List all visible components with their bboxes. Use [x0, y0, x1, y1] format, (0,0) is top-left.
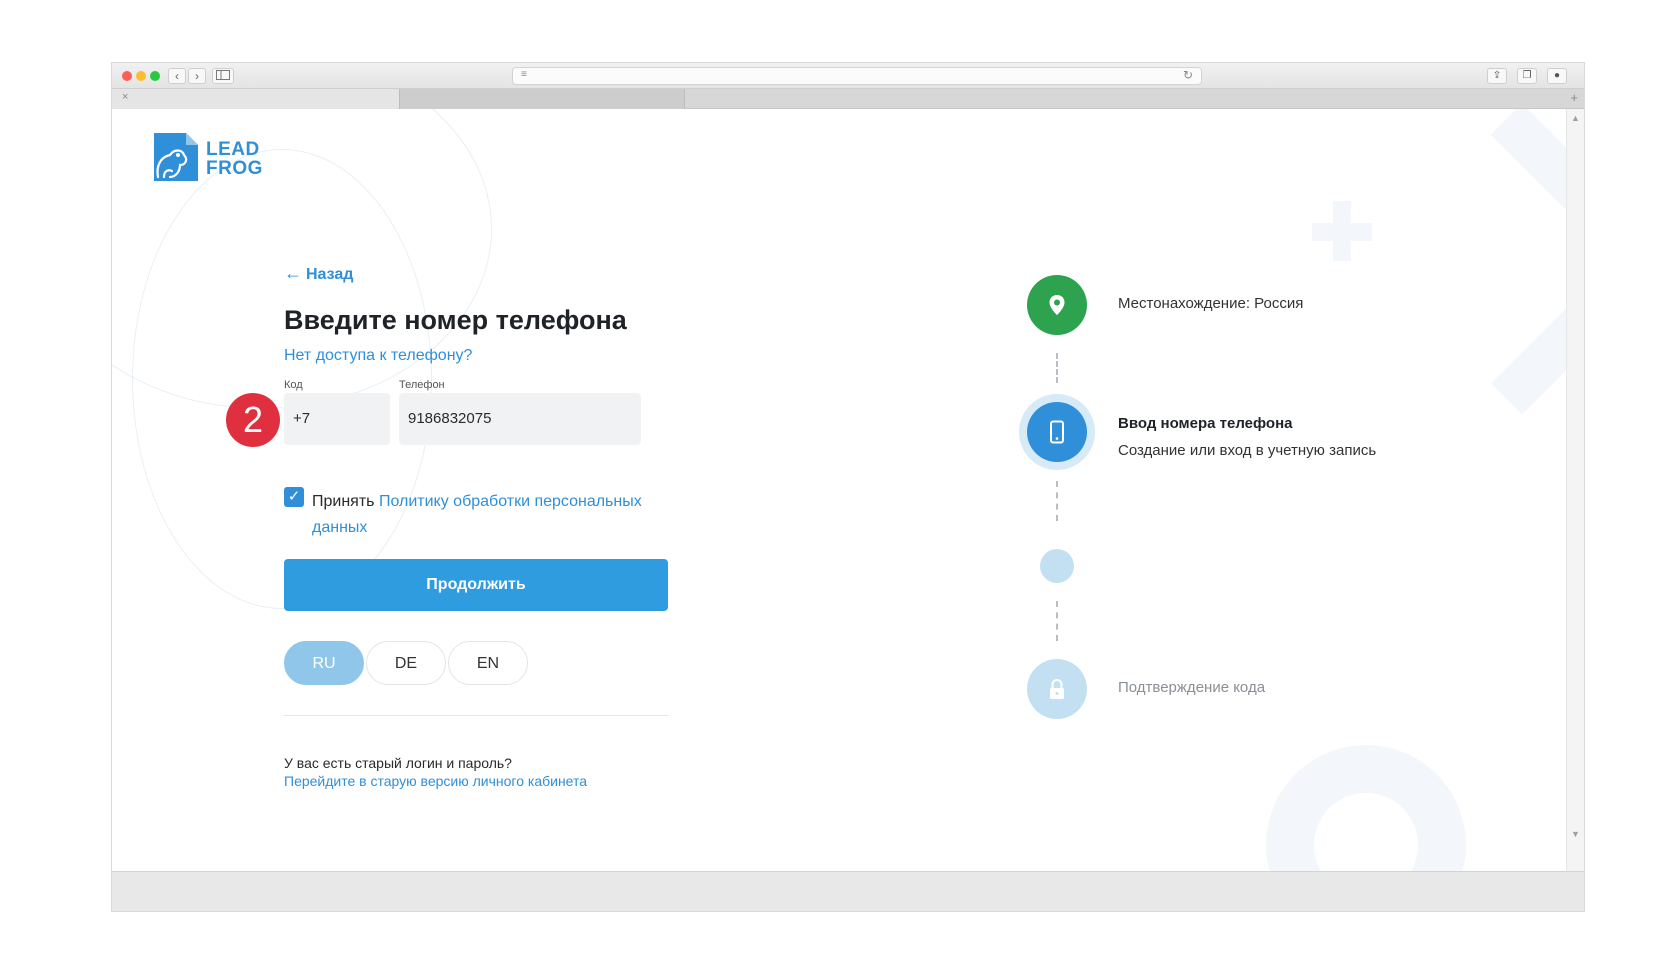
extension-icon[interactable]: ● — [1547, 68, 1567, 84]
phone-label: Телефон — [399, 379, 445, 391]
browser-window: ‹ › ≡ ↻ ⇪ ❐ ● × + LEAD FROG ← Назад Введ… — [111, 62, 1585, 912]
consent-checkbox[interactable]: ✓ — [284, 487, 304, 507]
consent-text: Принять Политику обработки персональных … — [312, 489, 642, 541]
step-phone-subtitle: Создание или вход в учетную запись — [1118, 442, 1377, 459]
step-connector — [1056, 353, 1058, 383]
decorative-chevron-shape — [1366, 109, 1574, 415]
step-location-circle — [1027, 275, 1087, 335]
decorative-ring-shape — [1266, 745, 1466, 873]
scroll-up-icon[interactable]: ▲ — [1571, 113, 1580, 123]
logo-text-line2: FROG — [206, 158, 263, 179]
page-title: Введите номер телефона — [284, 305, 627, 335]
reader-icon[interactable]: ≡ — [521, 69, 527, 80]
browser-forward-button[interactable]: › — [188, 68, 206, 84]
language-en-button[interactable]: EN — [448, 641, 528, 685]
step-number-badge: 2 — [226, 393, 280, 447]
location-pin-icon — [1027, 275, 1087, 335]
no-phone-access-link[interactable]: Нет доступа к телефону? — [284, 347, 472, 365]
logo-text-line1: LEAD — [206, 139, 260, 160]
phone-number-input[interactable]: 9186832075 — [399, 393, 641, 445]
old-login-question: У вас есть старый логин и пароль? — [284, 755, 512, 771]
divider — [284, 715, 668, 716]
share-icon[interactable]: ⇪ — [1487, 68, 1507, 84]
language-ru-button[interactable]: RU — [284, 641, 364, 685]
step-phone-title: Ввод номера телефона — [1118, 415, 1293, 432]
step-connector — [1056, 481, 1058, 521]
old-version-link[interactable]: Перейдите в старую версию личного кабине… — [284, 773, 587, 789]
tab-bar: × + — [112, 89, 1584, 109]
step-location-title: Местонахождение: Россия — [1118, 295, 1304, 312]
continue-button[interactable]: Продолжить — [284, 559, 668, 611]
step-code-circle — [1027, 659, 1087, 719]
reload-icon[interactable]: ↻ — [1183, 68, 1193, 82]
sidebar-toggle-icon[interactable] — [212, 68, 234, 84]
address-bar[interactable]: ≡ ↻ — [512, 67, 1202, 85]
country-code-input[interactable]: +7 — [284, 393, 390, 445]
language-de-button[interactable]: DE — [366, 641, 446, 685]
maximize-window-button[interactable] — [150, 71, 160, 81]
tab-second[interactable] — [400, 89, 685, 109]
vertical-scrollbar[interactable]: ▲ ▼ — [1566, 109, 1584, 873]
back-link[interactable]: ← Назад — [284, 263, 353, 284]
tab-close-icon[interactable]: × — [122, 91, 128, 103]
page-content: LEAD FROG ← Назад Введите номер телефона … — [112, 109, 1574, 873]
logo-wordmark: LEAD FROG — [206, 140, 263, 178]
code-label: Код — [284, 379, 303, 391]
consent-prefix: Принять — [312, 493, 375, 510]
decorative-plus-shape — [1333, 201, 1351, 261]
browser-bottom-bar — [112, 871, 1584, 911]
arrow-left-icon: ← — [284, 263, 302, 283]
frog-logo-icon — [154, 133, 198, 181]
minimize-window-button[interactable] — [136, 71, 146, 81]
back-link-label: Назад — [306, 266, 354, 283]
step-pending-circle — [1040, 549, 1074, 583]
lock-icon — [1027, 659, 1087, 719]
tabs-overview-icon[interactable]: ❐ — [1517, 68, 1537, 84]
close-window-button[interactable] — [122, 71, 132, 81]
tab-active[interactable]: × — [112, 89, 400, 109]
phone-icon — [1027, 402, 1087, 462]
scroll-down-icon[interactable]: ▼ — [1571, 829, 1580, 839]
leadfrog-logo[interactable]: LEAD FROG — [150, 131, 270, 187]
step-connector — [1056, 601, 1058, 641]
browser-titlebar: ‹ › ≡ ↻ ⇪ ❐ ● — [112, 63, 1584, 89]
new-tab-icon[interactable]: + — [1570, 90, 1578, 105]
step-code-title: Подтверждение кода — [1118, 679, 1266, 696]
browser-back-button[interactable]: ‹ — [168, 68, 186, 84]
step-phone-circle — [1027, 402, 1087, 462]
